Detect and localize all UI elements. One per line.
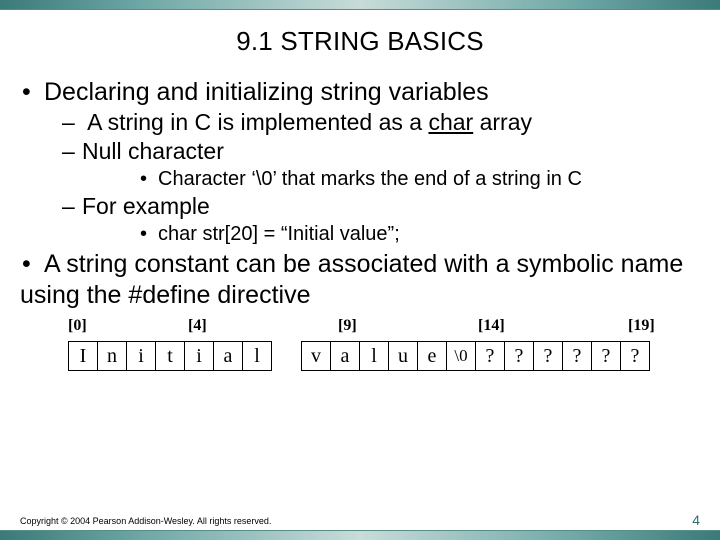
cell-17: ? [562, 341, 592, 371]
bullet-1b-text: Null character [82, 138, 224, 164]
cell-12: e [417, 341, 447, 371]
index-14: [14] [478, 317, 505, 335]
bottom-border-bar [0, 530, 720, 540]
bullet-1b1: Character ‘\0’ that marks the end of a s… [140, 166, 700, 192]
cell-9: a [330, 341, 360, 371]
bullet-1c1-text: char str[20] = “Initial value”; [158, 223, 400, 245]
top-border-bar [0, 0, 720, 10]
page-number: 4 [692, 512, 700, 528]
bullet-1: Declaring and initializing string variab… [20, 77, 700, 247]
cell-gap-7 [272, 341, 302, 371]
cell-15: ? [504, 341, 534, 371]
cell-18: ? [591, 341, 621, 371]
bullet-1a-post: array [473, 109, 532, 135]
bullet-1b1-text: Character ‘\0’ that marks the end of a s… [158, 168, 582, 190]
index-9: [9] [338, 317, 357, 335]
cell-6: l [242, 341, 272, 371]
bullet-1a: A string in C is implemented as a char a… [62, 108, 700, 137]
index-4: [4] [188, 317, 207, 335]
cell-16: ? [533, 341, 563, 371]
char-array-diagram: I n i t i a l v a l u e \0 ? ? ? ? ? ? [68, 341, 700, 371]
cell-8: v [301, 341, 331, 371]
cell-2: i [126, 341, 156, 371]
cell-5: a [213, 341, 243, 371]
copyright-footer: Copyright © 2004 Pearson Addison-Wesley.… [20, 516, 271, 526]
bullet-1c-text: For example [82, 193, 210, 219]
bullet-1c1: char str[20] = “Initial value”; [140, 221, 700, 247]
cell-19: ? [620, 341, 650, 371]
cell-10: l [359, 341, 389, 371]
cell-3: t [155, 341, 185, 371]
bullet-1-text: Declaring and initializing string variab… [44, 78, 489, 106]
bullet-2-text: A string constant can be associated with… [20, 250, 683, 309]
bullet-1b: Null character Character ‘\0’ that marks… [62, 137, 700, 192]
cell-0: I [68, 341, 98, 371]
cell-4: i [184, 341, 214, 371]
slide-title: 9.1 STRING BASICS [20, 26, 700, 57]
bullet-2: A string constant can be associated with… [20, 249, 700, 312]
index-0: [0] [68, 317, 87, 335]
cell-14: ? [475, 341, 505, 371]
array-index-labels: [0] [4] [9] [14] [19] [60, 317, 700, 339]
bullet-list: Declaring and initializing string variab… [20, 77, 700, 311]
cell-1: n [97, 341, 127, 371]
cell-13: \0 [446, 341, 476, 371]
cell-11: u [388, 341, 418, 371]
bullet-1c: For example char str[20] = “Initial valu… [62, 192, 700, 247]
slide-body: 9.1 STRING BASICS Declaring and initiali… [0, 10, 720, 530]
index-19: [19] [628, 317, 655, 335]
bullet-1a-pre: A string in C is implemented as a [87, 109, 428, 135]
bullet-1a-underline: char [428, 109, 473, 135]
